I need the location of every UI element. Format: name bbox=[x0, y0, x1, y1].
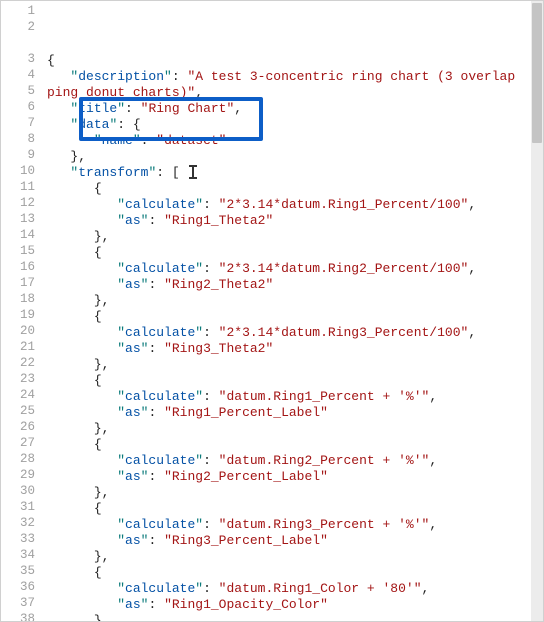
code-line[interactable]: { bbox=[47, 309, 543, 325]
line-number: 29 bbox=[1, 468, 35, 484]
line-number: 35 bbox=[1, 564, 35, 580]
code-line[interactable]: }, bbox=[47, 485, 543, 501]
code-line[interactable]: }, bbox=[47, 149, 543, 165]
line-number: 1 bbox=[1, 4, 35, 20]
code-line[interactable]: { bbox=[47, 53, 543, 69]
code-line[interactable]: { bbox=[47, 373, 543, 389]
code-line[interactable]: { bbox=[47, 181, 543, 197]
code-line[interactable]: "title": "Ring Chart", bbox=[47, 101, 543, 117]
line-number: 38 bbox=[1, 612, 35, 621]
line-number: 5 bbox=[1, 84, 35, 100]
code-line[interactable]: "data": { bbox=[47, 117, 543, 133]
code-line[interactable]: "as": "Ring2_Percent_Label" bbox=[47, 469, 543, 485]
code-line[interactable]: }, bbox=[47, 229, 543, 245]
line-number: 12 bbox=[1, 196, 35, 212]
code-line[interactable]: "as": "Ring3_Percent_Label" bbox=[47, 533, 543, 549]
line-number bbox=[1, 36, 35, 52]
code-area[interactable]: 12 3456789101112131415161718192021222324… bbox=[1, 1, 543, 621]
code-line[interactable]: { bbox=[47, 565, 543, 581]
line-number: 26 bbox=[1, 420, 35, 436]
line-number: 37 bbox=[1, 596, 35, 612]
line-number: 18 bbox=[1, 292, 35, 308]
line-number: 10 bbox=[1, 164, 35, 180]
text-cursor-icon bbox=[187, 165, 199, 179]
code-line[interactable]: "calculate": "2*3.14*datum.Ring1_Percent… bbox=[47, 197, 543, 213]
line-number: 8 bbox=[1, 132, 35, 148]
code-line[interactable]: { bbox=[47, 245, 543, 261]
code-line[interactable]: "as": "Ring2_Theta2" bbox=[47, 277, 543, 293]
vertical-scrollbar[interactable] bbox=[531, 1, 543, 621]
code-line[interactable]: "transform": [ bbox=[47, 165, 543, 181]
line-number: 7 bbox=[1, 116, 35, 132]
line-number: 15 bbox=[1, 244, 35, 260]
code-line[interactable]: "calculate": "2*3.14*datum.Ring2_Percent… bbox=[47, 261, 543, 277]
code-line[interactable]: }, bbox=[47, 421, 543, 437]
line-number: 33 bbox=[1, 532, 35, 548]
code-line[interactable]: "name": "dataset" bbox=[47, 133, 543, 149]
line-number-gutter: 12 3456789101112131415161718192021222324… bbox=[1, 1, 43, 621]
code-line-wrap[interactable]: ping donut charts)", bbox=[47, 85, 543, 101]
line-number: 4 bbox=[1, 68, 35, 84]
line-number: 3 bbox=[1, 52, 35, 68]
code-line[interactable]: }, bbox=[47, 613, 543, 621]
line-number: 31 bbox=[1, 500, 35, 516]
line-number: 23 bbox=[1, 372, 35, 388]
code-line[interactable]: "calculate": "datum.Ring2_Percent + '%'"… bbox=[47, 453, 543, 469]
code-line[interactable]: }, bbox=[47, 549, 543, 565]
code-line[interactable]: "as": "Ring1_Percent_Label" bbox=[47, 405, 543, 421]
code-line[interactable]: "as": "Ring3_Theta2" bbox=[47, 341, 543, 357]
line-number: 13 bbox=[1, 212, 35, 228]
line-number: 16 bbox=[1, 260, 35, 276]
code-content[interactable]: { "description": "A test 3-concentric ri… bbox=[43, 1, 543, 621]
code-line[interactable]: "calculate": "datum.Ring1_Percent + '%'"… bbox=[47, 389, 543, 405]
line-number: 22 bbox=[1, 356, 35, 372]
line-number: 34 bbox=[1, 548, 35, 564]
line-number: 9 bbox=[1, 148, 35, 164]
code-line[interactable]: }, bbox=[47, 357, 543, 373]
line-number: 6 bbox=[1, 100, 35, 116]
code-line[interactable]: { bbox=[47, 437, 543, 453]
line-number: 17 bbox=[1, 276, 35, 292]
code-line[interactable]: "description": "A test 3-concentric ring… bbox=[47, 69, 543, 85]
code-line[interactable]: "calculate": "datum.Ring3_Percent + '%'"… bbox=[47, 517, 543, 533]
line-number: 20 bbox=[1, 324, 35, 340]
code-line[interactable]: "as": "Ring1_Theta2" bbox=[47, 213, 543, 229]
code-line[interactable]: { bbox=[47, 501, 543, 517]
code-line[interactable]: }, bbox=[47, 293, 543, 309]
code-editor[interactable]: 12 3456789101112131415161718192021222324… bbox=[0, 0, 544, 622]
line-number: 14 bbox=[1, 228, 35, 244]
line-number: 11 bbox=[1, 180, 35, 196]
line-number: 28 bbox=[1, 452, 35, 468]
line-number: 21 bbox=[1, 340, 35, 356]
line-number: 32 bbox=[1, 516, 35, 532]
line-number: 36 bbox=[1, 580, 35, 596]
code-line[interactable]: "calculate": "2*3.14*datum.Ring3_Percent… bbox=[47, 325, 543, 341]
line-number: 27 bbox=[1, 436, 35, 452]
code-line[interactable]: "as": "Ring1_Opacity_Color" bbox=[47, 597, 543, 613]
line-number: 30 bbox=[1, 484, 35, 500]
line-number: 25 bbox=[1, 404, 35, 420]
line-number: 24 bbox=[1, 388, 35, 404]
line-number: 19 bbox=[1, 308, 35, 324]
line-number: 2 bbox=[1, 20, 35, 36]
code-line[interactable]: "calculate": "datum.Ring1_Color + '80'", bbox=[47, 581, 543, 597]
scrollbar-thumb[interactable] bbox=[532, 3, 542, 143]
